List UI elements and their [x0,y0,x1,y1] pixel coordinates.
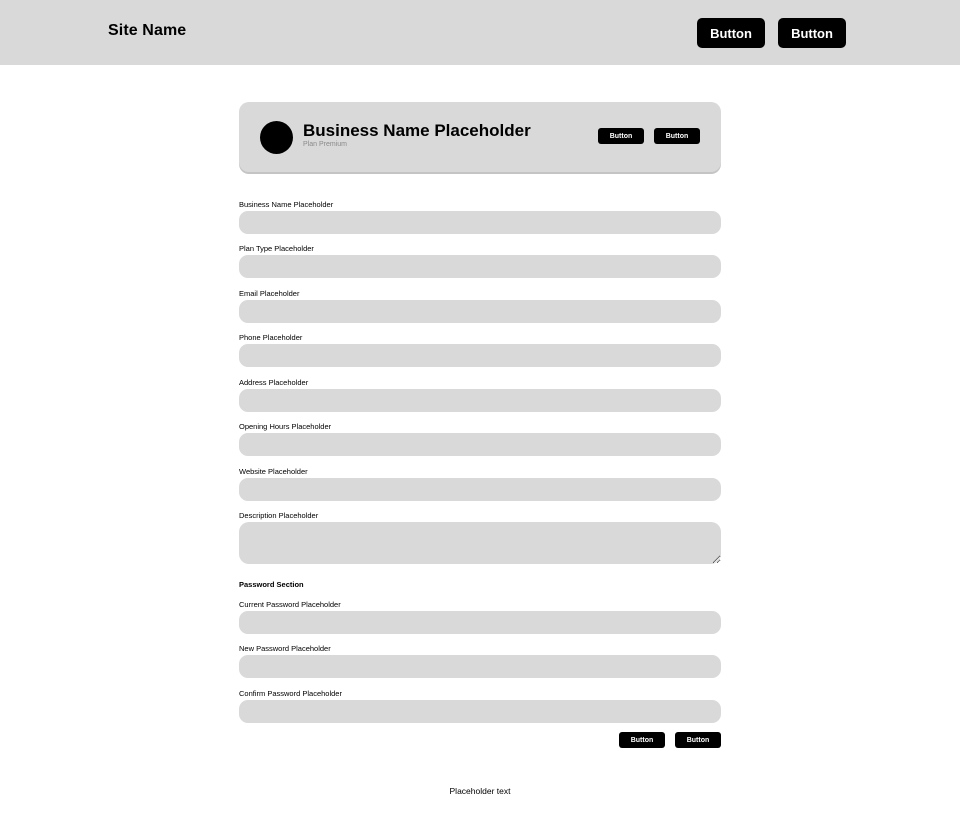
header-button-1[interactable]: Button [697,18,765,48]
plan-type-label: Plan Type Placeholder [239,244,314,253]
description-textarea[interactable] [239,522,721,564]
current-password-label: Current Password Placeholder [239,600,341,609]
plan-type-input[interactable] [239,255,721,278]
address-label: Address Placeholder [239,378,309,387]
phone-label: Phone Placeholder [239,333,303,342]
top-navigation-bar: Site Name Button Button [0,0,960,65]
site-name[interactable]: Site Name [108,22,186,40]
website-input[interactable] [239,478,721,501]
current-password-input[interactable] [239,611,721,634]
business-name-title: Business Name Placeholder [303,121,531,140]
password-section-title: Password Section [239,580,304,589]
form-button-1[interactable]: Button [619,732,665,748]
avatar [260,121,293,154]
opening-hours-label: Opening Hours Placeholder [239,422,332,431]
email-label: Email Placeholder [239,289,300,298]
header-button-2[interactable]: Button [778,18,846,48]
opening-hours-input[interactable] [239,433,721,456]
confirm-password-label: Confirm Password Placeholder [239,689,342,698]
business-name-label: Business Name Placeholder [239,200,334,209]
profile-button-2[interactable]: Button [654,128,700,144]
phone-input[interactable] [239,344,721,367]
new-password-label: New Password Placeholder [239,644,331,653]
new-password-input[interactable] [239,655,721,678]
footer-text: Placeholder text [449,786,511,796]
confirm-password-input[interactable] [239,700,721,723]
form-button-2[interactable]: Button [675,732,721,748]
profile-button-1[interactable]: Button [598,128,644,144]
plan-label: Plan Premium [303,141,347,148]
address-input[interactable] [239,389,721,412]
business-profile-card: Business Name Placeholder Plan Premium B… [239,102,721,172]
description-label: Description Placeholder [239,511,319,520]
business-name-input[interactable] [239,211,721,234]
email-input[interactable] [239,300,721,323]
website-label: Website Placeholder [239,467,308,476]
